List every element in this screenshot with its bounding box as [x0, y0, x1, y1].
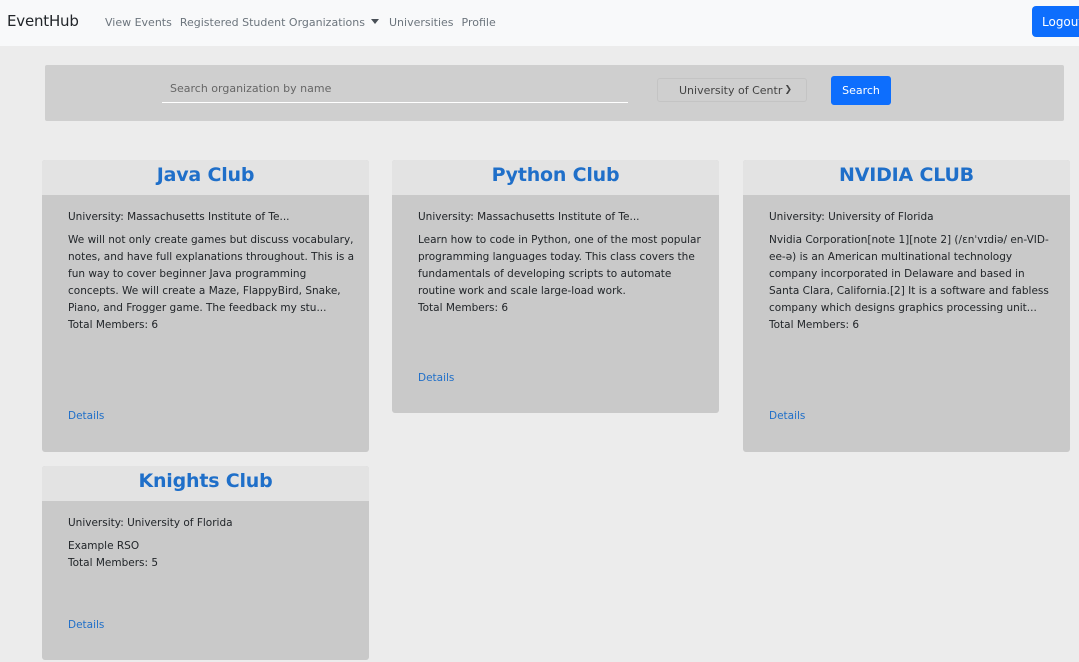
brand-logo[interactable]: EventHub [7, 12, 79, 30]
card-university: University: University of Florida [769, 211, 934, 223]
university-select[interactable]: University of Centr ❯ [657, 78, 807, 102]
card-body: University: Massachusetts Institute of T… [42, 195, 369, 452]
caret-down-icon [371, 19, 379, 24]
rso-card-python: Python Club University: Massachusetts In… [392, 160, 719, 413]
nav-rso-label: Registered Student Organizations [179, 16, 365, 29]
card-members: Total Members: 6 [68, 319, 159, 331]
card-description: Nvidia Corporation[note 1][note 2] (/ɛnˈ… [769, 234, 1049, 314]
details-link[interactable]: Details [769, 410, 805, 422]
card-description: Example RSO [68, 540, 140, 552]
details-link[interactable]: Details [68, 619, 104, 631]
nav-profile[interactable]: Profile [462, 16, 496, 29]
details-link[interactable]: Details [418, 372, 454, 384]
university-select-value: University of Centr [679, 84, 783, 97]
card-members: Total Members: 6 [769, 319, 860, 331]
card-university: University: University of Florida [68, 517, 233, 529]
nav-view-events[interactable]: View Events [105, 16, 172, 29]
chevron-down-icon: ❯ [784, 85, 792, 95]
card-title: Java Club [42, 160, 369, 195]
card-title: Knights Club [42, 466, 369, 501]
card-members: Total Members: 6 [418, 302, 509, 314]
search-input[interactable] [162, 75, 628, 103]
rso-card-knights: Knights Club University: University of F… [42, 466, 369, 660]
card-description: Learn how to code in Python, one of the … [418, 234, 701, 297]
card-university: University: Massachusetts Institute of T… [418, 211, 640, 223]
nav-links: View Events Registered Student Organizat… [105, 16, 504, 29]
logout-button[interactable]: Logout [1032, 6, 1079, 37]
navbar: EventHub View Events Registered Student … [0, 0, 1079, 46]
card-title: NVIDIA CLUB [743, 160, 1070, 195]
details-link[interactable]: Details [68, 410, 104, 422]
card-body: University: Massachusetts Institute of T… [392, 195, 719, 413]
search-panel: University of Centr ❯ Search [45, 65, 1064, 121]
search-button[interactable]: Search [831, 76, 891, 105]
card-university: University: Massachusetts Institute of T… [68, 211, 290, 223]
nav-universities[interactable]: Universities [389, 16, 454, 29]
rso-card-java: Java Club University: Massachusetts Inst… [42, 160, 369, 452]
nav-rso-dropdown[interactable]: Registered Student Organizations [180, 16, 381, 29]
card-body: University: University of Florida Nvidia… [743, 195, 1070, 452]
card-title: Python Club [392, 160, 719, 195]
card-description: We will not only create games but discus… [68, 234, 355, 314]
card-members: Total Members: 5 [68, 557, 159, 569]
rso-card-nvidia: NVIDIA CLUB University: University of Fl… [743, 160, 1070, 452]
card-body: University: University of Florida Exampl… [42, 501, 369, 660]
